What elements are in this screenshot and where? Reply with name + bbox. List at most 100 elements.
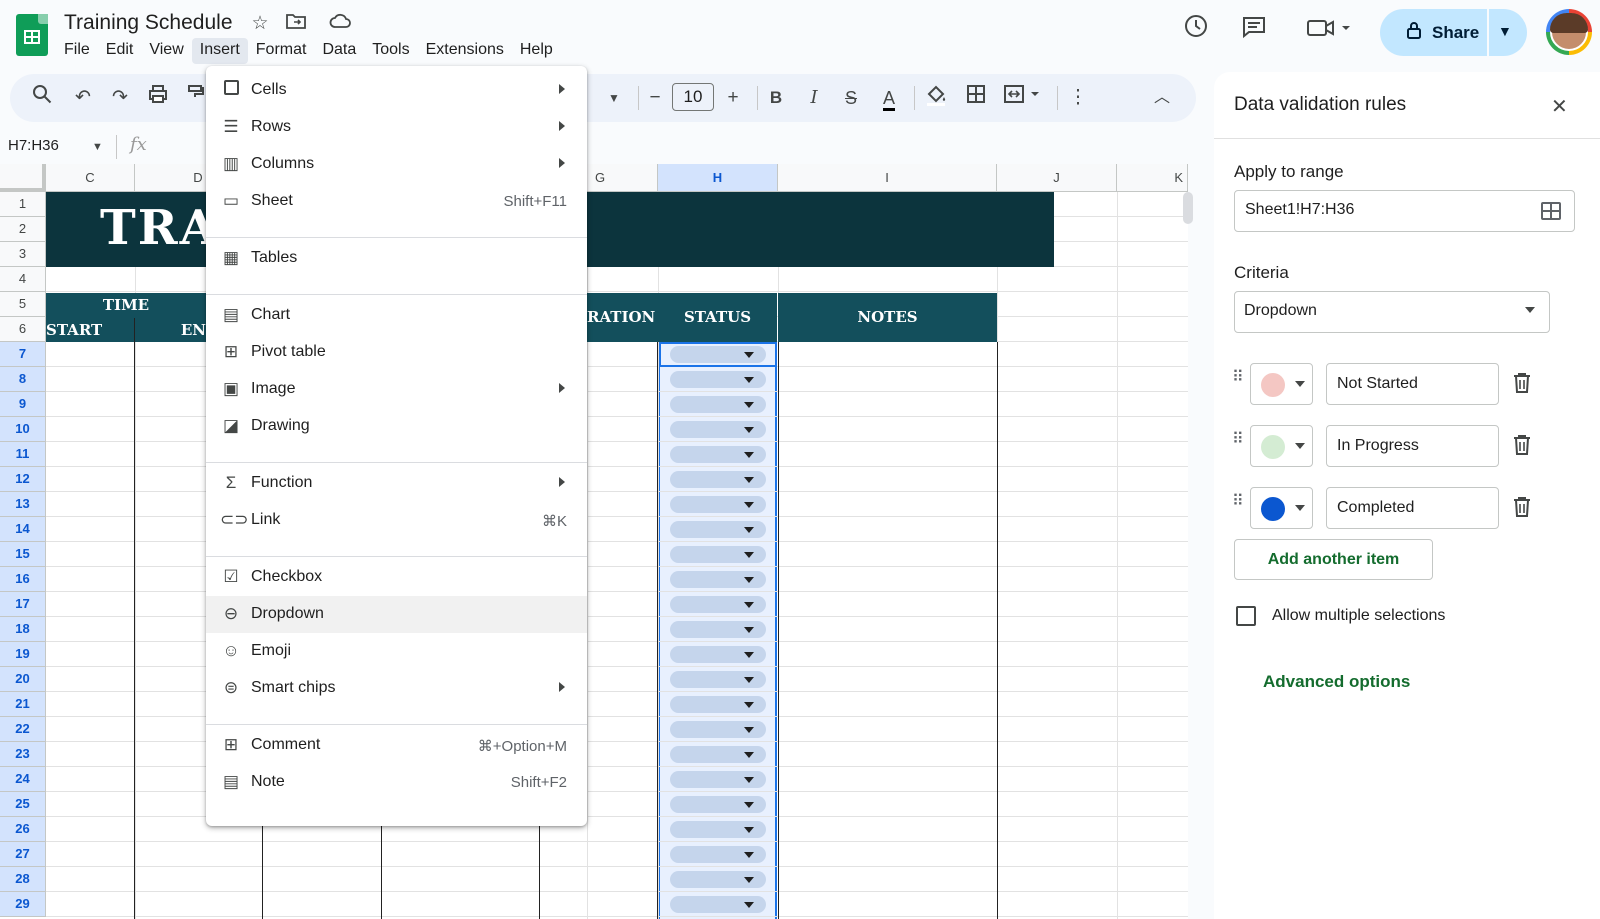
text-color-icon[interactable]: A <box>875 84 903 112</box>
column-header-k[interactable]: K <box>1117 164 1188 192</box>
status-dropdown-chip[interactable] <box>670 721 766 738</box>
row-header[interactable]: 7 <box>0 342 46 367</box>
font-size-input[interactable]: 10 <box>672 83 714 111</box>
menu-item-checkbox[interactable]: ☑ Checkbox <box>206 559 587 596</box>
column-header-h[interactable]: H <box>658 164 778 192</box>
move-folder-icon[interactable] <box>284 12 308 36</box>
increase-font-size-icon[interactable]: + <box>719 84 747 112</box>
menu-item-columns[interactable]: ▥ Columns <box>206 146 587 183</box>
status-dropdown-chip[interactable] <box>670 371 766 388</box>
menu-item-comment[interactable]: ⊞ Comment ⌘+Option+M <box>206 727 587 764</box>
drag-handle-icon[interactable]: ⠿ <box>1232 494 1244 510</box>
row-header[interactable]: 15 <box>0 542 46 567</box>
menu-help[interactable]: Help <box>512 38 561 64</box>
menu-extensions[interactable]: Extensions <box>418 38 512 64</box>
decrease-font-size-icon[interactable]: − <box>641 84 669 112</box>
status-dropdown-chip[interactable] <box>670 696 766 713</box>
menu-item-link[interactable]: ⊂⊃ Link ⌘K <box>206 502 587 539</box>
menu-item-rows[interactable]: ☰ Rows <box>206 109 587 146</box>
menu-data[interactable]: Data <box>314 38 364 64</box>
menu-insert[interactable]: Insert <box>191 38 248 64</box>
row-header[interactable]: 25 <box>0 792 46 817</box>
drag-handle-icon[interactable]: ⠿ <box>1232 370 1244 386</box>
row-header[interactable]: 6 <box>0 317 46 342</box>
menu-edit[interactable]: Edit <box>98 38 142 64</box>
status-dropdown-chip[interactable] <box>670 796 766 813</box>
row-header[interactable]: 9 <box>0 392 46 417</box>
menu-tools[interactable]: Tools <box>364 38 417 64</box>
status-dropdown-chip[interactable] <box>670 496 766 513</box>
star-icon[interactable]: ☆ <box>248 12 272 36</box>
name-box-dropdown-icon[interactable]: ▼ <box>92 141 103 153</box>
row-header[interactable]: 12 <box>0 467 46 492</box>
status-dropdown-chip[interactable] <box>670 871 766 888</box>
print-icon[interactable] <box>144 84 172 112</box>
italic-icon[interactable]: I <box>800 84 828 112</box>
row-header[interactable]: 11 <box>0 442 46 467</box>
row-header[interactable]: 26 <box>0 817 46 842</box>
status-dropdown-chip[interactable] <box>670 896 766 913</box>
row-header[interactable]: 27 <box>0 842 46 867</box>
vertical-scrollbar[interactable] <box>1183 192 1193 224</box>
menu-item-emoji[interactable]: ☺ Emoji <box>206 633 587 670</box>
share-dropdown-icon[interactable]: ▼ <box>1498 23 1512 39</box>
color-picker-not-started[interactable] <box>1250 363 1313 405</box>
version-history-icon[interactable] <box>1176 12 1216 52</box>
menu-view[interactable]: View <box>141 38 191 64</box>
row-header[interactable]: 22 <box>0 717 46 742</box>
advanced-options-link[interactable]: Advanced options <box>1263 672 1410 692</box>
select-range-icon[interactable] <box>1541 202 1561 220</box>
close-icon[interactable]: ✕ <box>1551 94 1568 119</box>
row-header[interactable]: 3 <box>0 242 46 267</box>
delete-icon[interactable] <box>1512 434 1532 462</box>
column-header-g[interactable]: G <box>587 164 658 192</box>
column-header-i[interactable]: I <box>778 164 997 192</box>
row-header[interactable]: 17 <box>0 592 46 617</box>
color-picker-in-progress[interactable] <box>1250 425 1313 467</box>
row-header[interactable]: 5 <box>0 292 46 317</box>
menu-item-function[interactable]: Σ Function <box>206 465 587 502</box>
row-header[interactable]: 19 <box>0 642 46 667</box>
search-icon[interactable] <box>28 84 56 112</box>
comments-icon[interactable] <box>1234 12 1274 52</box>
row-header[interactable]: 20 <box>0 667 46 692</box>
column-header-j[interactable]: J <box>997 164 1117 192</box>
redo-icon[interactable]: ↷ <box>106 84 134 112</box>
active-cell[interactable] <box>659 342 777 367</box>
row-header[interactable]: 18 <box>0 617 46 642</box>
row-header[interactable]: 24 <box>0 767 46 792</box>
add-another-item-button[interactable]: Add another item <box>1234 539 1433 580</box>
undo-icon[interactable]: ↶ <box>69 84 97 112</box>
menu-item-sheet[interactable]: ▭ Sheet Shift+F11 <box>206 183 587 220</box>
status-dropdown-chip[interactable] <box>670 521 766 538</box>
status-dropdown-chip[interactable] <box>670 471 766 488</box>
borders-icon[interactable] <box>962 84 990 112</box>
allow-multiple-checkbox[interactable] <box>1236 606 1256 626</box>
row-header[interactable]: 28 <box>0 867 46 892</box>
row-header[interactable]: 14 <box>0 517 46 542</box>
status-dropdown-chip[interactable] <box>670 596 766 613</box>
status-dropdown-chip[interactable] <box>670 546 766 563</box>
drag-handle-icon[interactable]: ⠿ <box>1232 432 1244 448</box>
more-options-icon[interactable]: ⋮ <box>1064 84 1092 112</box>
menu-item-drawing[interactable]: ◪ Drawing <box>206 408 587 445</box>
cloud-status-icon[interactable] <box>328 12 352 36</box>
menu-item-image[interactable]: ▣ Image <box>206 371 587 408</box>
row-header[interactable]: 10 <box>0 417 46 442</box>
document-title[interactable]: Training Schedule <box>64 11 233 35</box>
delete-icon[interactable] <box>1512 496 1532 524</box>
row-header[interactable]: 16 <box>0 567 46 592</box>
menu-item-tables[interactable]: ▦ Tables <box>206 240 587 277</box>
menu-item-chart[interactable]: ▤ Chart <box>206 297 587 334</box>
row-header[interactable]: 4 <box>0 267 46 292</box>
fill-color-icon[interactable] <box>922 84 950 112</box>
color-picker-completed[interactable] <box>1250 487 1313 529</box>
item-input-in-progress[interactable]: In Progress <box>1326 425 1499 467</box>
row-header[interactable]: 1 <box>0 192 46 217</box>
status-dropdown-chip[interactable] <box>670 846 766 863</box>
status-dropdown-chip[interactable] <box>670 771 766 788</box>
delete-icon[interactable] <box>1512 372 1532 400</box>
item-input-not-started[interactable]: Not Started <box>1326 363 1499 405</box>
status-dropdown-chip[interactable] <box>670 671 766 688</box>
status-dropdown-chip[interactable] <box>670 421 766 438</box>
